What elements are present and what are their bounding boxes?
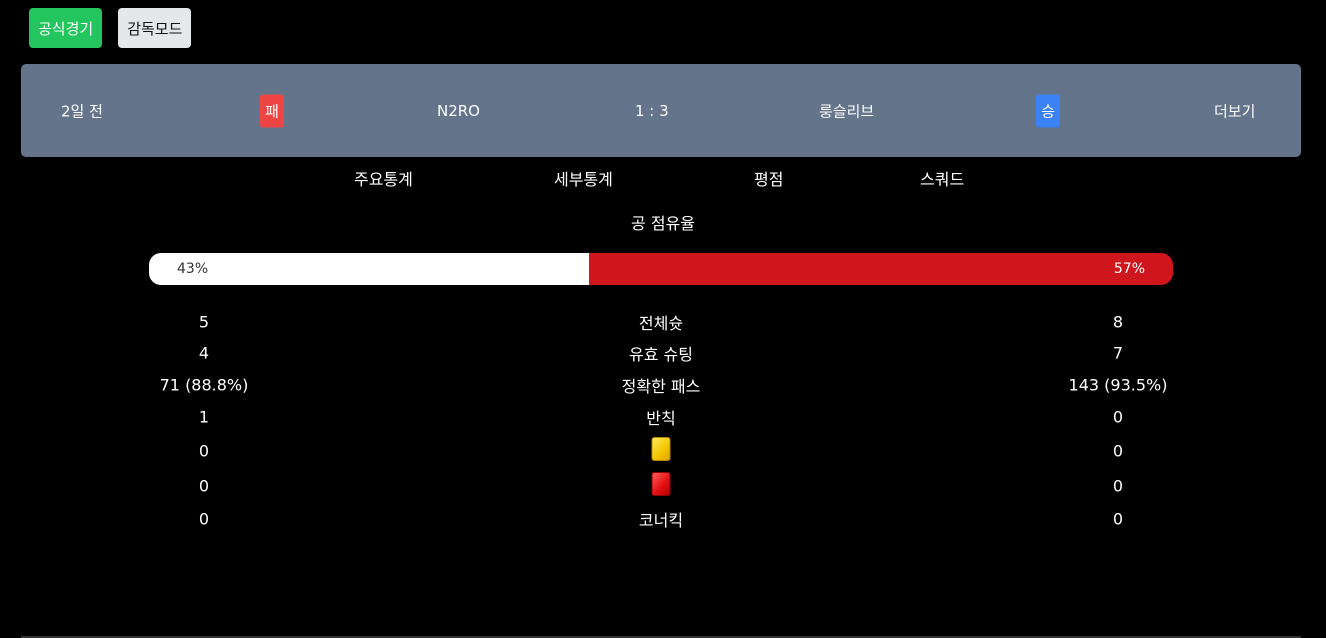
match-score: 1 : 3 — [635, 101, 669, 120]
stat-row-red-cards: 0 0 — [0, 468, 1326, 503]
stat-row-yellow-cards: 0 0 — [0, 433, 1326, 468]
stat-away-value: 0 — [1112, 441, 1124, 460]
tab-detail-stats[interactable]: 세부통계 — [554, 166, 613, 190]
stat-away-value: 0 — [1112, 476, 1124, 495]
stat-home-value: 5 — [198, 312, 210, 331]
tab-rating[interactable]: 평점 — [754, 166, 783, 190]
stat-away-value: 0 — [1112, 407, 1124, 427]
stat-home-value: 1 — [198, 407, 210, 427]
home-team-name: N2RO — [437, 101, 480, 120]
possession-home-segment: 43% — [149, 253, 590, 285]
away-team-name: 룽슬리브 — [819, 102, 875, 120]
manager-mode-button[interactable]: 감독모드 — [118, 8, 192, 48]
official-match-button[interactable]: 공식경기 — [29, 8, 103, 48]
possession-title: 공 점유율 — [631, 214, 695, 233]
stat-away-value: 8 — [1112, 312, 1124, 331]
stat-home-value: 0 — [198, 476, 210, 495]
stat-label: 반칙 — [646, 409, 676, 428]
stat-row-total-shots: 5 전체슛 8 — [0, 306, 1326, 337]
home-result-badge: 패 — [260, 94, 284, 127]
stat-home-value: 4 — [198, 343, 210, 363]
away-result-badge: 승 — [1036, 94, 1060, 127]
stats-table: 5 전체슛 8 4 유효 슈팅 7 71 (88.8%) 정확한 패스 143 … — [0, 306, 1326, 535]
possession-away-segment: 57% — [589, 253, 1173, 285]
match-time-ago: 2일 전 — [61, 102, 103, 120]
stat-home-value: 0 — [198, 441, 210, 460]
possession-away-label: 57% — [1113, 261, 1145, 277]
mode-toggle: 공식경기 감독모드 — [29, 8, 192, 48]
stat-row-shots-on-target: 4 유효 슈팅 7 — [0, 337, 1326, 369]
possession-bar: 43% 57% — [149, 253, 1173, 285]
stat-away-value: 0 — [1112, 509, 1124, 529]
stats-tabs: 주요통계 세부통계 평점 스쿼드 — [0, 166, 1326, 190]
more-button[interactable]: 더보기 — [1214, 100, 1255, 121]
stat-icon-cell — [651, 471, 671, 500]
red-card-icon — [651, 471, 671, 496]
stat-icon-cell — [651, 436, 671, 465]
stat-home-value: 71 (88.8%) — [159, 375, 249, 395]
yellow-card-icon — [651, 436, 671, 461]
match-summary-card: 2일 전 패 N2RO 1 : 3 룽슬리브 승 더보기 — [21, 64, 1301, 157]
stat-row-accurate-passes: 71 (88.8%) 정확한 패스 143 (93.5%) — [0, 369, 1326, 401]
stat-row-fouls: 1 반칙 0 — [0, 401, 1326, 433]
stat-label: 코너킥 — [638, 511, 684, 530]
stat-home-value: 0 — [198, 509, 210, 529]
possession-home-label: 43% — [177, 261, 209, 277]
stat-row-corners: 0 코너킥 0 — [0, 503, 1326, 535]
stat-label: 전체슛 — [638, 313, 684, 333]
tab-squad[interactable]: 스쿼드 — [920, 166, 964, 190]
match-detail-page: 공식경기 감독모드 2일 전 패 N2RO 1 : 3 룽슬리브 승 더보기 주… — [0, 0, 1326, 638]
tab-main-stats[interactable]: 주요통계 — [354, 166, 413, 190]
stat-away-value: 143 (93.5%) — [1068, 375, 1168, 395]
stat-away-value: 7 — [1112, 343, 1124, 363]
stat-label: 유효 슈팅 — [629, 345, 693, 364]
stat-label: 정확한 패스 — [621, 377, 701, 396]
